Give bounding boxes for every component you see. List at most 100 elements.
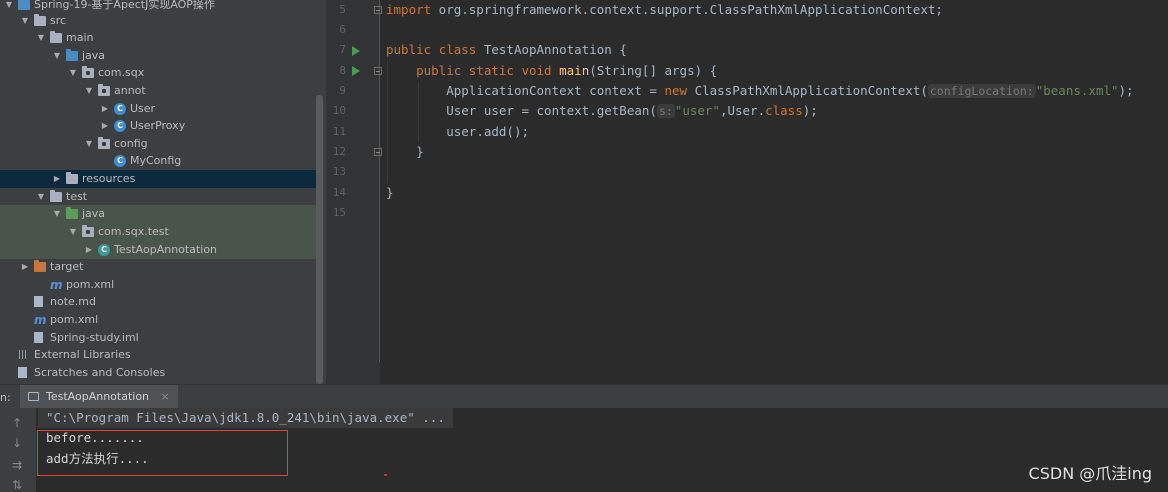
line-number: 13: [332, 165, 346, 178]
red-mark: [384, 474, 387, 476]
tree-item[interactable]: ▼ com.sqx: [0, 64, 316, 82]
fold-method-icon[interactable]: [374, 67, 382, 75]
maven-icon: m: [34, 313, 47, 327]
run-main-gutter-icon[interactable]: [352, 66, 360, 76]
keyword: public: [416, 63, 462, 78]
console-command-line[interactable]: "C:\Program Files\Java\jdk1.8.0_241\bin\…: [38, 408, 453, 428]
run-tab-testaopannotation[interactable]: TestAopAnnotation ×: [20, 385, 178, 409]
folder-icon: [34, 14, 46, 26]
code-text: ClassPathXmlApplicationContext(: [687, 83, 928, 98]
tree-item[interactable]: ▶ C User: [0, 100, 316, 118]
tree-item[interactable]: ▼ com.sqx.test: [0, 223, 316, 241]
project-scrollbar[interactable]: [316, 95, 323, 384]
tree-item-label: annot: [114, 84, 146, 97]
tree-item[interactable]: m pom.xml: [0, 276, 316, 294]
collapse-arrow-icon[interactable]: ▶: [20, 258, 30, 276]
tree-item-label: target: [50, 260, 84, 273]
code-line-11[interactable]: user.add();: [386, 122, 529, 142]
line-number: 8: [339, 64, 346, 77]
tree-item[interactable]: m pom.xml: [0, 311, 316, 329]
tree-item-label: pom.xml: [66, 278, 115, 291]
tree-item-label: test: [66, 190, 88, 203]
tree-item-label: java: [82, 49, 106, 62]
sort-icon[interactable]: ⇅: [12, 478, 22, 492]
parameter-hint: s:: [656, 104, 675, 118]
run-tab-label: TestAopAnnotation: [46, 390, 150, 403]
run-config-icon: [28, 392, 39, 401]
resources-folder-icon: [66, 172, 78, 184]
tree-item[interactable]: C MyConfig: [0, 152, 316, 170]
collapse-arrow-icon[interactable]: ▶: [84, 241, 94, 259]
code-text: User user = context.getBean(: [446, 103, 657, 118]
tree-item-label: java: [82, 207, 106, 220]
tree-item[interactable]: ▶ C TestAopAnnotation: [0, 241, 316, 259]
keyword: void: [521, 63, 552, 78]
tree-item[interactable]: ▼ main: [0, 29, 316, 47]
expand-arrow-icon[interactable]: ▼: [84, 135, 94, 153]
tree-item[interactable]: Scratches and Consoles: [0, 364, 316, 382]
soft-wrap-icon[interactable]: ⇉: [12, 458, 22, 472]
line-number: 9: [339, 84, 346, 97]
tree-item[interactable]: ||| External Libraries: [0, 346, 316, 364]
keyword: public: [386, 42, 432, 57]
libraries-icon: |||: [18, 350, 28, 360]
string-literal: "beans.xml": [1035, 83, 1119, 98]
code-text: }: [416, 144, 424, 159]
tree-item[interactable]: ▼ test: [0, 188, 316, 206]
arrow-up-icon[interactable]: ↑: [12, 416, 22, 430]
tree-item[interactable]: ▼ java: [0, 205, 316, 223]
tree-item[interactable]: ▼ config: [0, 135, 316, 153]
expand-arrow-icon[interactable]: ▼: [36, 188, 46, 206]
class-icon: C: [114, 155, 126, 167]
collapse-arrow-icon[interactable]: ▶: [52, 170, 62, 188]
collapse-arrow-icon[interactable]: ▶: [100, 100, 110, 118]
highlight-box: [37, 430, 288, 476]
expand-arrow-icon[interactable]: ▼: [20, 12, 30, 30]
tree-item[interactable]: note.md: [0, 293, 316, 311]
tree-item-label: com.sqx.test: [98, 225, 169, 238]
code-text: org.springframework.context.support.Clas…: [431, 2, 943, 17]
class-icon: C: [114, 120, 126, 132]
folder-icon: [50, 190, 62, 202]
code-line-7[interactable]: public class TestAopAnnotation {: [386, 40, 627, 60]
watermark: CSDN @爪洼ing: [1028, 464, 1152, 483]
line-number: 7: [339, 43, 346, 56]
run-class-gutter-icon[interactable]: [352, 46, 360, 56]
close-icon[interactable]: ×: [161, 390, 170, 403]
tree-item-label: note.md: [50, 295, 96, 308]
code-line-9[interactable]: ApplicationContext context = new ClassPa…: [386, 81, 1134, 101]
expand-arrow-icon[interactable]: ▼: [68, 223, 78, 241]
code-line-5[interactable]: import org.springframework.context.suppo…: [386, 0, 943, 20]
collapse-arrow-icon[interactable]: ▶: [100, 117, 110, 135]
expand-arrow-icon[interactable]: ▼: [52, 47, 62, 65]
keyword: class: [438, 42, 477, 57]
arrow-down-icon[interactable]: ↓: [12, 436, 22, 450]
tree-item[interactable]: ▶ resources: [0, 170, 316, 188]
expand-arrow-icon[interactable]: ▼: [84, 82, 94, 100]
expand-arrow-icon[interactable]: ▼: [36, 29, 46, 47]
code-line-12[interactable]: }: [386, 142, 424, 162]
tree-item[interactable]: ▼ java: [0, 47, 316, 65]
tree-item[interactable]: ▼ annot: [0, 82, 316, 100]
code-line-10[interactable]: User user = context.getBean(s: "user",Use…: [386, 101, 818, 121]
source-folder-icon: [66, 49, 78, 61]
fold-method-end-icon[interactable]: [374, 148, 382, 156]
line-number: 15: [332, 206, 346, 219]
tree-item-label: TestAopAnnotation: [114, 243, 218, 256]
code-line-14[interactable]: }: [386, 183, 394, 203]
run-panel-label: n:: [0, 391, 11, 404]
fold-import-icon[interactable]: [374, 6, 382, 14]
expand-arrow-icon[interactable]: ▼: [52, 205, 62, 223]
iml-file-icon: [34, 332, 43, 343]
tree-item[interactable]: Spring-study.iml: [0, 329, 316, 347]
tree-item[interactable]: ▶ target: [0, 258, 316, 276]
code-line-8[interactable]: public static void main(String[] args) {: [386, 61, 717, 81]
tree-item[interactable]: ▶ C UserProxy: [0, 117, 316, 135]
maven-icon: m: [50, 278, 63, 292]
expand-arrow-icon[interactable]: ▼: [68, 64, 78, 82]
code-text: TestAopAnnotation {: [476, 42, 627, 57]
tree-item[interactable]: ▼ src: [0, 12, 316, 30]
line-number: 5: [339, 3, 346, 16]
tree-item-label: External Libraries: [34, 348, 131, 361]
package-icon: [82, 225, 94, 237]
